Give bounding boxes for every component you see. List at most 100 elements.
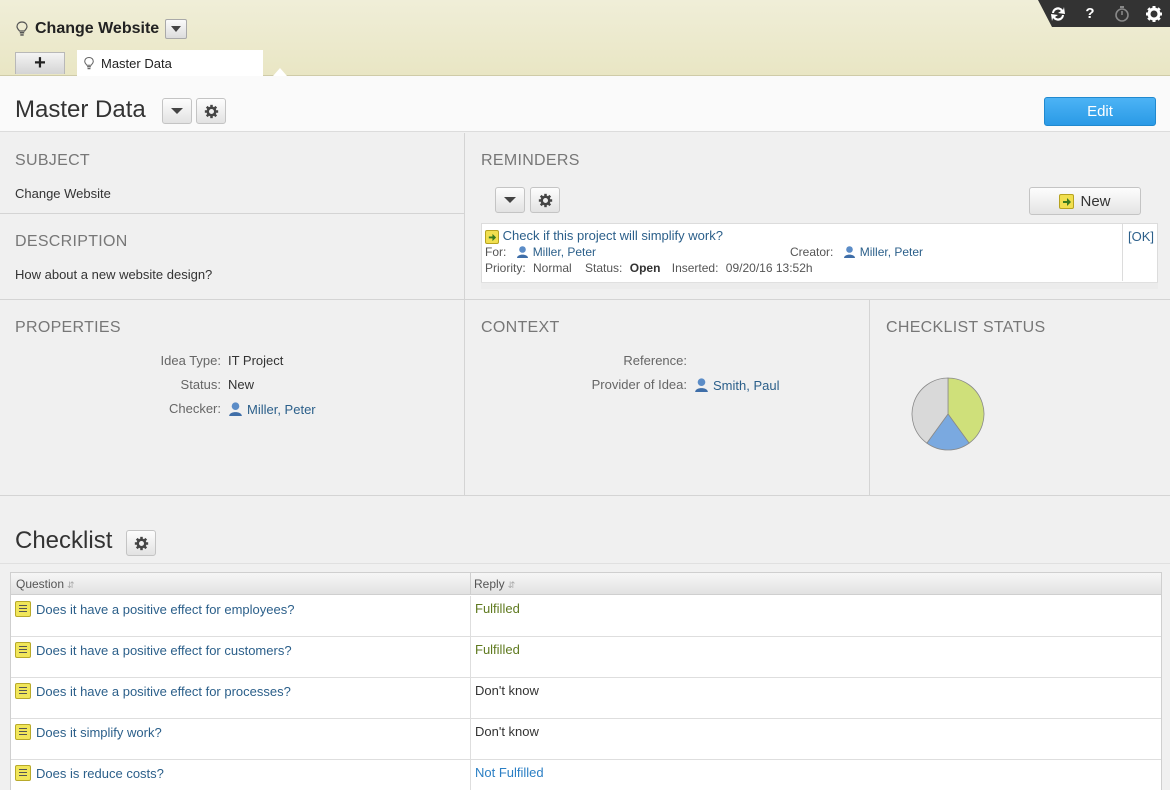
lightbulb-icon	[84, 56, 94, 69]
properties-panel: PROPERTIES	[0, 300, 464, 495]
reply-cell: Fulfilled	[475, 601, 520, 616]
reminder-title-link[interactable]: Check if this project will simplify work…	[503, 228, 723, 243]
tab-label: Master Data	[101, 55, 172, 71]
page-menu-dropdown-button[interactable]	[162, 98, 192, 124]
page-title: Master Data	[15, 96, 146, 123]
provider-link[interactable]: Smith, Paul	[713, 378, 779, 393]
reminder-title-row: Check if this project will simplify work…	[485, 228, 723, 244]
properties-heading: PROPERTIES	[15, 319, 121, 336]
subject-heading: SUBJECT	[15, 152, 90, 169]
reply-cell: Not Fulfilled	[475, 765, 544, 780]
description-panel: DESCRIPTION How about a new website desi…	[0, 214, 464, 299]
reminder-status-value: Open	[629, 261, 661, 275]
page-header: Master Data Edit	[0, 76, 1170, 132]
checklist-item-icon	[15, 724, 31, 740]
timer-icon[interactable]	[1106, 0, 1138, 27]
column-header-reply[interactable]: Reply ⇵	[474, 577, 515, 591]
checker-link[interactable]: Miller, Peter	[247, 402, 316, 417]
table-row[interactable]: Does it have a positive effect for custo…	[11, 637, 1161, 678]
prop-value-checker: Miller, Peter	[228, 401, 316, 417]
app-title: Change Website	[35, 20, 160, 37]
sort-icon: ⇵	[67, 580, 75, 590]
reminder-for-row: For: Miller, Peter	[485, 245, 596, 259]
tab-master-data[interactable]: Master Data	[77, 50, 263, 76]
page-settings-button[interactable]	[196, 98, 226, 124]
plus-icon: +	[34, 52, 46, 74]
reminders-dropdown-button[interactable]	[495, 187, 525, 213]
reminder-for-link[interactable]: Miller, Peter	[533, 245, 596, 259]
reminder-icon	[485, 230, 499, 244]
question-cell: Does is reduce costs?	[15, 765, 164, 781]
table-row[interactable]: Does it have a positive effect for proce…	[11, 678, 1161, 719]
question-cell: Does it have a positive effect for emplo…	[15, 601, 294, 617]
reminder-status-label: Status:	[585, 261, 623, 275]
top-bar: Change Website ? + Master Data	[0, 0, 1170, 76]
checklist-table: Question ⇵ Reply ⇵ Does it have a positive…	[10, 572, 1162, 790]
sort-icon: ⇵	[507, 580, 516, 590]
app-menu-dropdown-button[interactable]	[165, 19, 188, 39]
new-reminder-button[interactable]: New	[1029, 187, 1141, 215]
table-header: Question ⇵ Reply ⇵	[11, 573, 1161, 595]
global-toolbar: ?	[1038, 0, 1170, 27]
reply-cell: Don't know	[475, 724, 539, 739]
reminder-icon	[1059, 193, 1075, 209]
checklist-item-icon	[15, 601, 31, 617]
gear-icon	[134, 536, 148, 550]
column-separator	[470, 637, 471, 678]
context-label-reference: Reference:	[623, 353, 687, 368]
lightbulb-icon	[16, 21, 28, 36]
reminder-creator-link[interactable]: Miller, Peter	[860, 245, 923, 259]
tab-caret	[273, 68, 287, 76]
checklist-settings-button[interactable]	[126, 530, 156, 556]
app-title-group: Change Website	[15, 19, 188, 39]
reply-cell: Don't know	[475, 683, 539, 698]
checklist-item-icon	[15, 765, 31, 781]
table-row[interactable]: Does is reduce costs? Not Fulfilled	[11, 760, 1161, 790]
reply-cell: Fulfilled	[475, 642, 520, 657]
chevron-down-icon	[171, 26, 182, 32]
add-tab-button[interactable]: +	[15, 52, 65, 74]
table-row[interactable]: Does it have a positive effect for emplo…	[11, 596, 1161, 637]
checklist-item-icon	[15, 683, 31, 699]
chevron-down-icon	[171, 108, 183, 114]
context-heading: CONTEXT	[481, 319, 560, 336]
person-icon	[695, 378, 708, 392]
edit-button[interactable]: Edit	[1044, 97, 1156, 126]
column-separator	[470, 678, 471, 719]
question-link[interactable]: Does is reduce costs?	[36, 766, 164, 781]
question-link[interactable]: Does it simplify work?	[36, 725, 162, 740]
reminder-creator-label: Creator:	[790, 245, 834, 259]
description-value: How about a new website design?	[15, 267, 213, 282]
column-header-question[interactable]: Question ⇵	[16, 577, 75, 591]
reminder-for-label: For:	[485, 245, 507, 259]
reminders-settings-button[interactable]	[530, 187, 560, 213]
prop-label-status: Status:	[180, 377, 221, 392]
table-row[interactable]: Does it simplify work? Don't know	[11, 719, 1161, 760]
question-link[interactable]: Does it have a positive effect for emplo…	[36, 602, 294, 617]
column-header-question-label: Question	[16, 577, 65, 591]
subject-panel: SUBJECT Change Website	[0, 133, 464, 214]
prop-value-status: New	[228, 377, 255, 392]
question-cell: Does it have a positive effect for custo…	[15, 642, 292, 658]
gear-icon[interactable]	[1138, 0, 1170, 27]
help-icon[interactable]: ?	[1074, 0, 1106, 27]
question-link[interactable]: Does it have a positive effect for custo…	[36, 643, 292, 658]
question-cell: Does it simplify work?	[15, 724, 162, 740]
reminder-card-footer	[481, 282, 1158, 289]
prop-label-checker: Checker:	[168, 401, 221, 416]
column-separator	[470, 760, 471, 790]
question-link[interactable]: Does it have a positive effect for proce…	[36, 684, 291, 699]
reminder-meta-row: Priority: Normal Status: Open Inserted: …	[485, 261, 813, 275]
subject-value: Change Website	[15, 186, 111, 201]
reminder-inserted-value: 09/20/16 13:52h	[725, 261, 813, 275]
refresh-icon[interactable]	[1042, 0, 1074, 27]
reminder-priority-value: Normal	[533, 261, 572, 275]
gear-icon	[204, 104, 218, 118]
column-separator	[470, 596, 471, 637]
divider	[0, 563, 1170, 564]
context-panel: CONTEXT	[465, 300, 869, 495]
column-separator	[470, 719, 471, 760]
new-reminder-label: New	[1080, 192, 1111, 210]
reminder-ok-link[interactable]: [OK]	[1122, 223, 1158, 281]
question-cell: Does it have a positive effect for proce…	[15, 683, 291, 699]
